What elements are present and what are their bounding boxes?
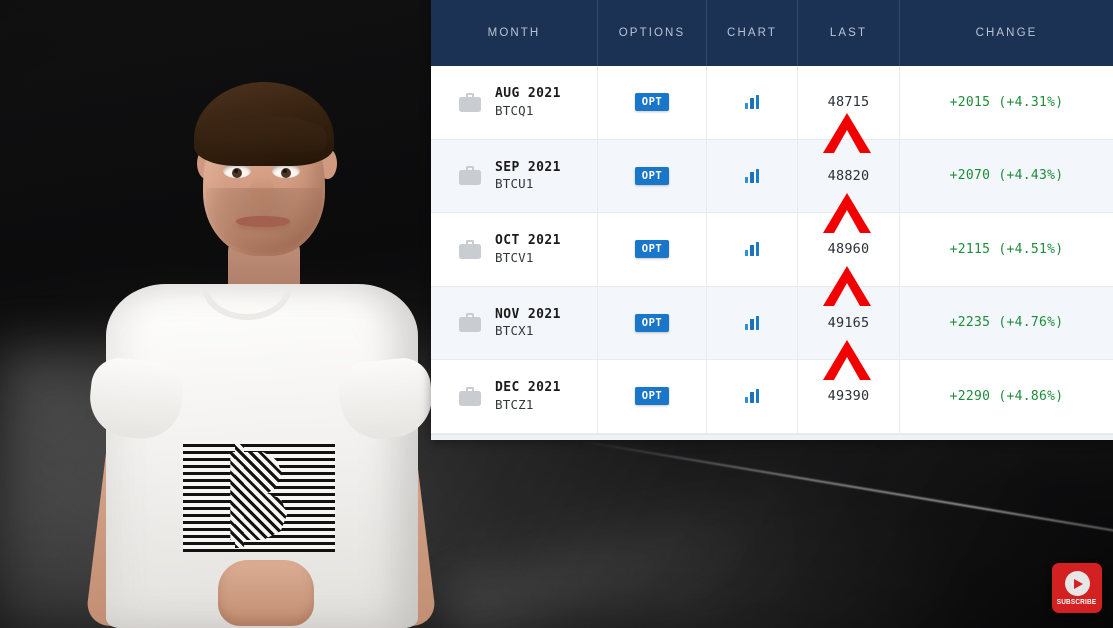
month-label: OCT 2021 [495, 233, 561, 249]
screenshot-stage: MONTH OPTIONS CHART LAST CHANGE AUG 2021… [0, 0, 1113, 628]
symbol-label: BTCU1 [495, 176, 534, 192]
cell-options[interactable]: OPT [598, 213, 707, 286]
column-header-last[interactable]: LAST [798, 0, 900, 66]
youtube-play-icon [1064, 571, 1090, 596]
column-header-chart[interactable]: CHART [707, 0, 798, 66]
presenter-right-eye [272, 164, 300, 178]
opt-button[interactable]: OPT [634, 387, 670, 406]
month-label: SEP 2021 [495, 159, 561, 175]
briefcase-icon [459, 166, 481, 186]
last-price: 49165 [827, 314, 870, 331]
change-value: +2070 (+4.43%) [949, 168, 1064, 184]
cell-month[interactable]: OCT 2021 BTCV1 [431, 213, 598, 286]
cell-chart[interactable] [707, 286, 798, 359]
cell-change: +2115 (+4.51%) [900, 213, 1113, 286]
bar-chart-icon[interactable] [744, 315, 760, 330]
presenter-nose [250, 176, 274, 210]
cell-last: 49390 [798, 360, 900, 433]
symbol-label: BTCV1 [495, 249, 534, 265]
month-label: AUG 2021 [495, 86, 561, 102]
presenter-mouth [236, 216, 290, 227]
table-row[interactable]: DEC 2021 BTCZ1 OPT 49390 +2290 (+4.86%) [431, 360, 1113, 434]
cell-chart[interactable] [707, 66, 798, 139]
bar-chart-icon[interactable] [744, 389, 760, 404]
briefcase-icon [459, 313, 481, 333]
cell-change: +2070 (+4.43%) [900, 140, 1113, 213]
table-row[interactable]: NOV 2021 BTCX1 OPT 49165 +2235 (+4.76%) [431, 286, 1113, 360]
briefcase-icon [459, 386, 481, 406]
table-row[interactable]: SEP 2021 BTCU1 OPT 48820 +2070 (+4.43%) [431, 139, 1113, 213]
cell-last: 48715 [798, 66, 900, 139]
last-price: 48960 [827, 241, 870, 258]
cell-chart[interactable] [707, 360, 798, 433]
cell-last: 48960 [798, 213, 900, 286]
cell-change: +2290 (+4.86%) [900, 360, 1113, 433]
month-label: DEC 2021 [495, 380, 561, 396]
change-value: +2235 (+4.76%) [949, 315, 1064, 331]
opt-button[interactable]: OPT [634, 93, 670, 112]
subscribe-label: SUBSCRIBE [1057, 599, 1097, 606]
cell-options[interactable]: OPT [598, 139, 707, 212]
presenter-figure [78, 60, 443, 628]
cell-chart[interactable] [707, 139, 798, 212]
briefcase-icon [459, 239, 481, 259]
month-label: NOV 2021 [495, 306, 561, 322]
symbol-label: BTCZ1 [495, 396, 534, 412]
bitcoin-striped-logo [183, 440, 335, 552]
presenter-clasped-hands [218, 560, 314, 626]
cell-change: +2235 (+4.76%) [900, 287, 1113, 360]
futures-quote-table: MONTH OPTIONS CHART LAST CHANGE AUG 2021… [431, 0, 1113, 440]
table-header-row: MONTH OPTIONS CHART LAST CHANGE [431, 0, 1113, 66]
cell-options[interactable]: OPT [598, 360, 707, 433]
cell-month[interactable]: NOV 2021 BTCX1 [431, 286, 598, 359]
cell-month[interactable]: DEC 2021 BTCZ1 [431, 360, 598, 433]
opt-button[interactable]: OPT [634, 240, 670, 259]
table-footer-strip [431, 433, 1113, 440]
column-header-options[interactable]: OPTIONS [598, 0, 707, 66]
briefcase-icon [459, 92, 481, 112]
change-value: +2015 (+4.31%) [949, 94, 1064, 110]
column-header-month[interactable]: MONTH [431, 0, 598, 66]
subscribe-button[interactable]: SUBSCRIBE [1052, 563, 1102, 613]
cell-options[interactable]: OPT [598, 66, 707, 139]
opt-button[interactable]: OPT [634, 166, 670, 185]
column-header-change[interactable]: CHANGE [900, 0, 1113, 66]
change-value: +2115 (+4.51%) [949, 241, 1064, 257]
opt-button[interactable]: OPT [634, 313, 670, 332]
cell-options[interactable]: OPT [598, 286, 707, 359]
presenter-left-eye [223, 164, 251, 178]
presenter-hair [194, 82, 334, 166]
symbol-label: BTCX1 [495, 323, 534, 339]
cell-chart[interactable] [707, 213, 798, 286]
last-price: 49390 [827, 388, 870, 405]
change-value: +2290 (+4.86%) [949, 388, 1064, 404]
cell-last: 49165 [798, 286, 900, 359]
last-price: 48820 [827, 167, 870, 184]
cell-last: 48820 [798, 139, 900, 212]
bar-chart-icon[interactable] [744, 95, 760, 110]
cell-change: +2015 (+4.31%) [900, 66, 1113, 139]
bar-chart-icon[interactable] [744, 242, 760, 257]
cell-month[interactable]: AUG 2021 BTCQ1 [431, 66, 598, 139]
bar-chart-icon[interactable] [744, 168, 760, 183]
table-row[interactable]: OCT 2021 BTCV1 OPT 48960 +2115 (+4.51%) [431, 213, 1113, 287]
cell-month[interactable]: SEP 2021 BTCU1 [431, 139, 598, 212]
table-row[interactable]: AUG 2021 BTCQ1 OPT 48715 +2015 (+4.31%) [431, 66, 1113, 140]
symbol-label: BTCQ1 [495, 102, 534, 118]
last-price: 48715 [827, 94, 870, 111]
